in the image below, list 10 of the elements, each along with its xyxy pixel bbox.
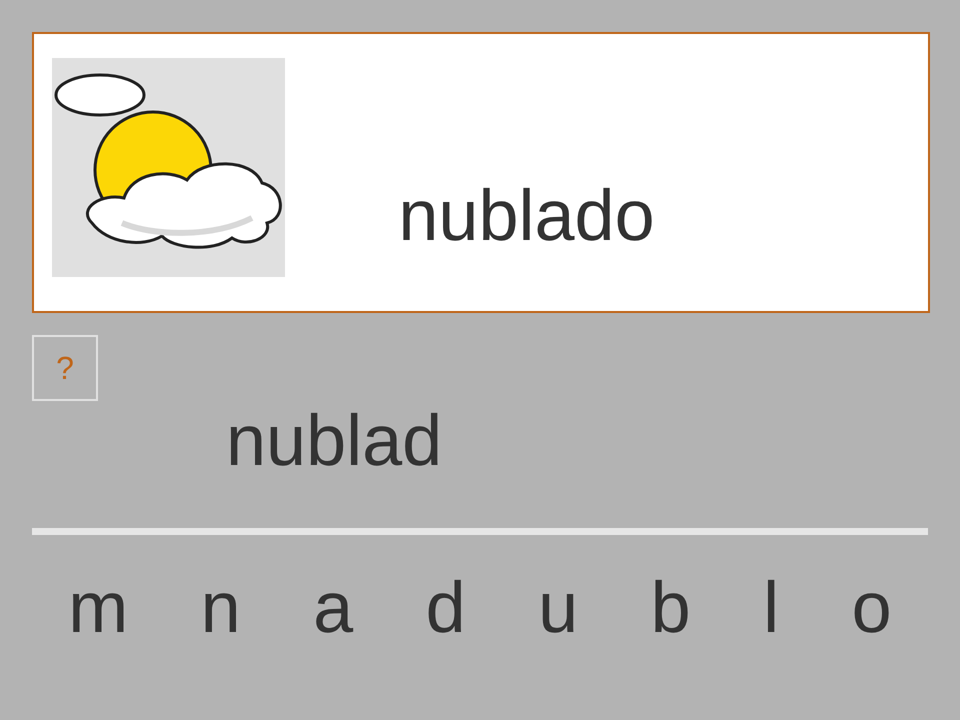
letter-tile[interactable]: n bbox=[192, 572, 249, 644]
letter-tile[interactable]: l bbox=[755, 572, 788, 644]
answer-text: nublad bbox=[226, 401, 442, 481]
letter-tile[interactable]: u bbox=[530, 572, 586, 644]
letter-tile[interactable]: o bbox=[844, 572, 900, 644]
letter-tile[interactable]: b bbox=[642, 572, 699, 644]
letter-tile[interactable]: d bbox=[418, 572, 474, 644]
word-label: nublado bbox=[398, 180, 655, 252]
letter-tile[interactable]: m bbox=[60, 572, 136, 644]
letter-tile[interactable]: a bbox=[305, 572, 362, 644]
